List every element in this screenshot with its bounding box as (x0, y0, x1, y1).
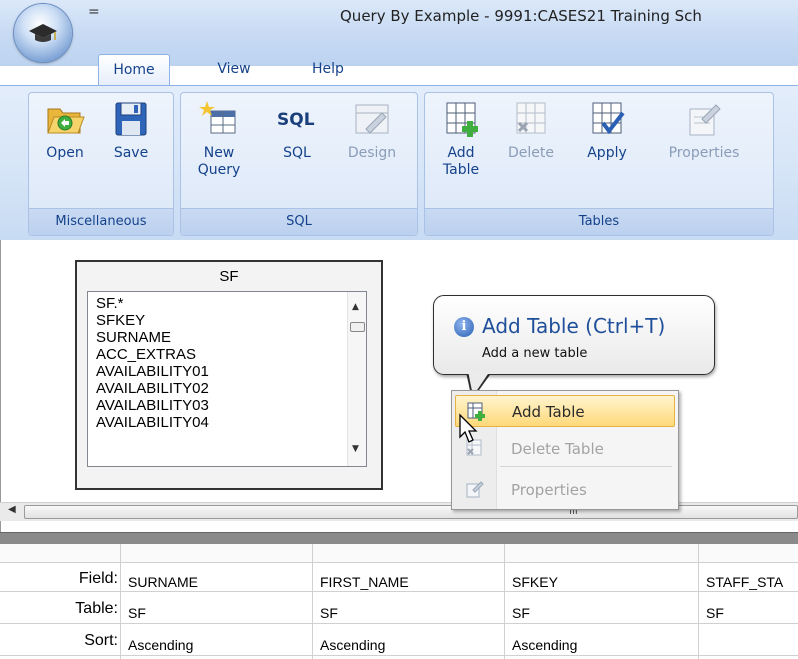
svg-text:SQL: SQL (277, 110, 315, 130)
grid-cell-table[interactable]: SF (706, 605, 798, 621)
group-label-tables: Tables (425, 208, 773, 235)
sql-button[interactable]: SQL SQL (269, 99, 325, 162)
menu-item-label: Add Table (512, 403, 585, 421)
open-folder-icon (47, 108, 85, 134)
row-label-table: Table: (75, 600, 118, 617)
tab-help[interactable]: Help (300, 54, 356, 84)
scrollbar-thumb[interactable] (350, 322, 365, 332)
ribbon-group-miscellaneous: Open Save Miscellaneous (28, 92, 174, 236)
menu-separator (500, 466, 672, 467)
criteria-grid: Field: Table: Sort: SURNAME FIRST_NAME S… (0, 544, 798, 659)
delete-table-button-label: Delete (508, 145, 554, 161)
grid-cell-table[interactable]: SF (512, 605, 692, 621)
delete-table-button[interactable]: Delete (503, 99, 559, 162)
info-icon: i (454, 317, 474, 337)
open-button[interactable]: Open (37, 99, 93, 162)
design-button[interactable]: Design (339, 99, 405, 162)
table-window-title[interactable]: SF (77, 268, 381, 285)
grid-cell-sort[interactable]: Ascending (320, 637, 500, 653)
field-list-scrollbar[interactable]: ▲ ▼ (347, 292, 366, 466)
ribbon-tabs: Home View Help (0, 54, 798, 86)
add-table-button-label: Add Table (442, 145, 480, 178)
grid-cell-table[interactable]: SF (320, 605, 500, 621)
group-label-sql: SQL (181, 208, 417, 235)
field-item[interactable]: ACC_EXTRAS (96, 346, 196, 363)
table-window-sf[interactable]: SF SF.* SFKEY SURNAME ACC_EXTRAS AVAILAB… (75, 260, 383, 490)
field-item[interactable]: SFKEY (96, 312, 145, 329)
field-item[interactable]: AVAILABILITY04 (96, 414, 209, 431)
field-list[interactable]: SF.* SFKEY SURNAME ACC_EXTRAS AVAILABILI… (87, 291, 367, 467)
scroll-left-icon[interactable]: ◀ (8, 504, 16, 515)
open-button-label: Open (46, 145, 84, 161)
menu-item-add-table[interactable]: Add Table (455, 395, 675, 427)
tooltip: i Add Table (Ctrl+T) Add a new table (433, 295, 715, 375)
sql-button-label: SQL (283, 145, 311, 161)
properties-icon (466, 481, 484, 498)
scroll-down-icon[interactable]: ▼ (352, 444, 359, 454)
grid-cell-field[interactable]: SFKEY (512, 574, 692, 590)
save-button-label: Save (113, 145, 149, 161)
menu-item-properties[interactable]: Properties (455, 474, 673, 504)
save-button[interactable]: Save (103, 99, 159, 162)
apply-button[interactable]: Apply (579, 99, 635, 162)
mouse-pointer-icon (459, 413, 478, 443)
add-table-button[interactable]: Add Table (433, 99, 489, 179)
apply-icon (592, 102, 625, 135)
group-label-miscellaneous: Miscellaneous (29, 208, 173, 235)
field-item[interactable]: AVAILABILITY01 (96, 363, 209, 380)
window-title: Query By Example - 9991:CASES21 Training… (340, 7, 702, 25)
ribbon-group-sql: New Query SQL SQL Design SQL (180, 92, 418, 236)
grid-cell-table[interactable]: SF (128, 605, 308, 621)
add-table-icon (446, 102, 478, 137)
scroll-up-icon[interactable]: ▲ (352, 302, 359, 312)
menu-item-delete-table[interactable]: Delete Table (455, 433, 673, 463)
row-label-field: Field: (78, 570, 118, 587)
ribbon: Open Save Miscellaneous New Query SQL SQ… (0, 85, 798, 241)
new-query-button[interactable]: New Query (191, 99, 247, 179)
tooltip-title: Add Table (Ctrl+T) (482, 314, 666, 338)
context-menu: Add Table Delete Table Properties (451, 390, 679, 510)
properties-button[interactable]: Properties (661, 99, 747, 162)
new-query-button-label: New Query (197, 145, 241, 178)
grid-cell-sort[interactable]: Ascending (512, 637, 692, 653)
graduation-cap-icon (29, 24, 57, 42)
grid-cell-field[interactable]: FIRST_NAME (320, 574, 500, 590)
properties-icon (689, 104, 721, 136)
menu-item-label: Properties (511, 481, 587, 499)
sql-icon: SQL (277, 110, 315, 130)
grid-cell-field[interactable]: SURNAME (128, 574, 308, 590)
delete-table-icon (516, 102, 546, 134)
grid-cell-field[interactable]: STAFF_STA (706, 574, 798, 590)
tooltip-description: Add a new table (482, 346, 588, 361)
new-query-icon (199, 101, 236, 134)
design-button-label: Design (347, 145, 397, 161)
grid-cell-sort[interactable]: Ascending (128, 637, 308, 653)
quick-access-toolbar-customize-icon[interactable]: = (88, 4, 100, 20)
save-floppy-icon (115, 102, 147, 136)
menu-item-label: Delete Table (511, 440, 604, 458)
field-item[interactable]: AVAILABILITY03 (96, 397, 209, 414)
tab-home[interactable]: Home (98, 54, 170, 85)
field-item[interactable]: SURNAME (96, 329, 171, 346)
row-label-sort: Sort: (84, 632, 118, 649)
properties-button-label: Properties (668, 145, 740, 161)
field-item[interactable]: SF.* (96, 295, 124, 312)
field-item[interactable]: AVAILABILITY02 (96, 380, 209, 397)
tab-view[interactable]: View (206, 54, 262, 84)
horizontal-scrollbar-thumb[interactable]: III (24, 505, 798, 519)
design-icon (355, 104, 389, 134)
ribbon-group-tables: Add Table Delete Apply Properties Tables (424, 92, 774, 236)
apply-button-label: Apply (587, 145, 627, 161)
